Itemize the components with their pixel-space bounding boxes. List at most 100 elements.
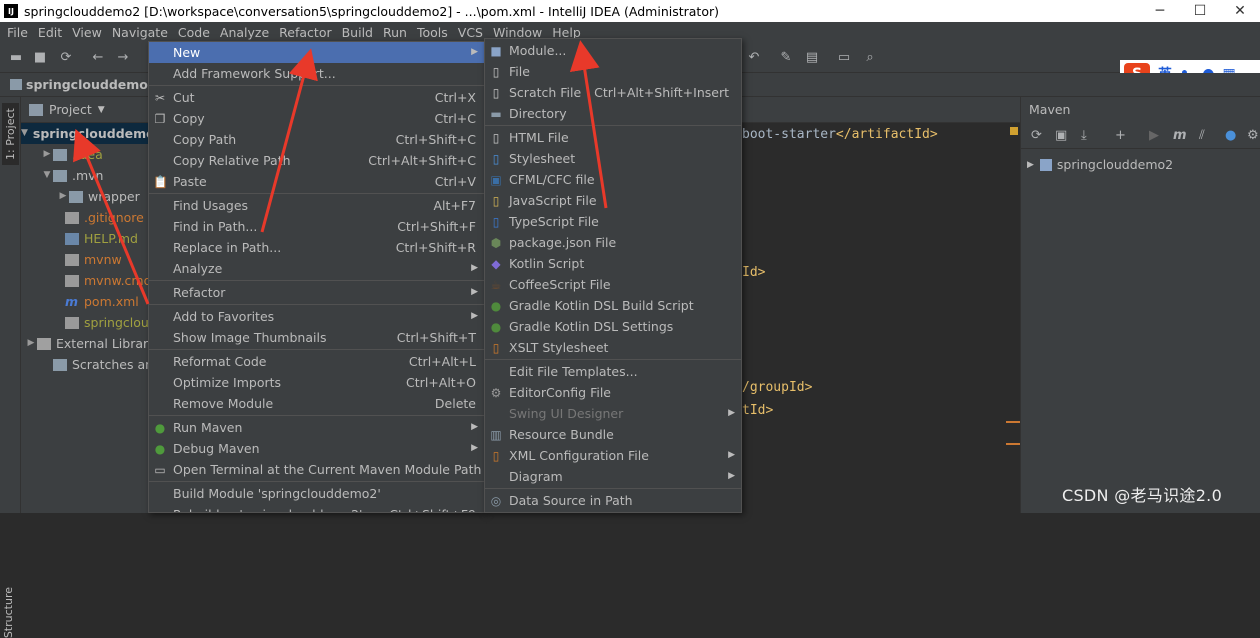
new-item-gradle-kotlin-dsl-build-script[interactable]: ● Gradle Kotlin DSL Build Script (485, 295, 741, 316)
download-icon[interactable]: ⤓ (1081, 128, 1087, 143)
ctx-item-open-terminal-at-the-current-maven-module-path[interactable]: ▭ Open Terminal at the Current Maven Modu… (149, 459, 484, 480)
structure-tool-tab[interactable]: Structure (2, 587, 15, 638)
menu-file[interactable]: File (2, 22, 33, 43)
ctx-item-optimize-imports[interactable]: Optimize Imports Ctrl+Alt+O (149, 372, 484, 393)
ctx-item-analyze[interactable]: Analyze ▶ (149, 258, 484, 279)
toggle-offline-icon[interactable]: ⫽ (1199, 128, 1205, 143)
tree-item[interactable]: springcloud (21, 312, 157, 333)
new-item-xml-configuration-file[interactable]: ▯ XML Configuration File ▶ (485, 445, 741, 466)
new-item-kotlin-script[interactable]: ◆ Kotlin Script (485, 253, 741, 274)
breadcrumb-project[interactable]: springclouddemo2 (26, 77, 157, 92)
chevron-right-icon[interactable]: ▶ (25, 333, 37, 354)
maven-goal-icon[interactable]: m (1173, 128, 1187, 143)
menu-vcs[interactable]: VCS (453, 22, 488, 43)
ctx-item-add-to-favorites[interactable]: Add to Favorites ▶ (149, 306, 484, 327)
new-item-gradle-kotlin-dsl-settings[interactable]: ● Gradle Kotlin DSL Settings (485, 316, 741, 337)
project-tool-tab[interactable]: 1: Project (2, 103, 19, 165)
menu-run[interactable]: Run (378, 22, 412, 43)
code-line[interactable]: boot-starter</artifactId> (742, 125, 938, 145)
code-line[interactable]: /groupId> (742, 378, 812, 398)
ctx-item-copy[interactable]: ❐ Copy Ctrl+C (149, 108, 484, 129)
ctx-item-find-usages[interactable]: Find Usages Alt+F7 (149, 195, 484, 216)
code-line[interactable]: Id> (742, 263, 765, 283)
minimize-button[interactable]: ─ (1140, 0, 1180, 22)
new-item-cfml-cfc-file[interactable]: ▣ CFML/CFC file (485, 169, 741, 190)
new-item-data-source-in-path[interactable]: ◎ Data Source in Path (485, 490, 741, 511)
menu-tools[interactable]: Tools (412, 22, 453, 43)
skip-tests-icon[interactable]: ● (1225, 128, 1236, 143)
maven-project-row[interactable]: ▶ springclouddemo2 (1027, 155, 1173, 175)
ctx-item-show-image-thumbnails[interactable]: Show Image Thumbnails Ctrl+Shift+T (149, 327, 484, 348)
new-item-scratch-file[interactable]: ▯ Scratch File Ctrl+Alt+Shift+Insert (485, 82, 741, 103)
add-project-icon[interactable]: ▣ (1055, 128, 1067, 143)
chevron-down-icon[interactable]: ▼ (98, 105, 105, 115)
ctx-item-debug-maven[interactable]: ● Debug Maven ▶ (149, 438, 484, 459)
chevron-down-icon[interactable]: ▼ (41, 165, 53, 186)
terminal-icon[interactable]: ▭ (836, 50, 852, 66)
ctx-item-find-in-path[interactable]: Find in Path... Ctrl+Shift+F (149, 216, 484, 237)
menu-navigate[interactable]: Navigate (107, 22, 173, 43)
ctx-item-reformat-code[interactable]: Reformat Code Ctrl+Alt+L (149, 351, 484, 372)
project-panel-header[interactable]: Project ▼ (21, 97, 148, 123)
menu-view[interactable]: View (67, 22, 107, 43)
tree-item[interactable]: ▼ .mvn (21, 165, 104, 186)
plus-icon[interactable]: + (1115, 128, 1126, 143)
new-item-editorconfig-file[interactable]: ⚙ EditorConfig File (485, 382, 741, 403)
change-marker[interactable] (1006, 421, 1020, 423)
new-item-javascript-file[interactable]: ▯ JavaScript File (485, 190, 741, 211)
ctx-item-new[interactable]: New ▶ (149, 42, 484, 63)
tree-item[interactable]: ▶ wrapper (21, 186, 140, 207)
open-folder-icon[interactable]: ▬ (8, 50, 24, 66)
undo-icon[interactable]: ↶ (746, 50, 762, 66)
code-line[interactable]: tId> (742, 401, 773, 421)
menu-analyze[interactable]: Analyze (215, 22, 274, 43)
tree-item[interactable]: .gitignore (21, 207, 144, 228)
back-arrow-icon[interactable]: ← (90, 50, 106, 66)
change-marker[interactable] (1006, 443, 1020, 445)
new-item-file[interactable]: ▯ File (485, 61, 741, 82)
forward-arrow-icon[interactable]: → (115, 50, 131, 66)
menu-edit[interactable]: Edit (33, 22, 67, 43)
project-structure-icon[interactable]: ▤ (804, 50, 820, 66)
ctx-item-copy-path[interactable]: Copy Path Ctrl+Shift+C (149, 129, 484, 150)
new-item-typescript-file[interactable]: ▯ TypeScript File (485, 211, 741, 232)
new-item-edit-file-templates[interactable]: Edit File Templates... (485, 361, 741, 382)
new-item-coffeescript-file[interactable]: ☕ CoffeeScript File (485, 274, 741, 295)
run-icon[interactable]: ▶ (1149, 128, 1159, 143)
new-item-diagram[interactable]: Diagram ▶ (485, 466, 741, 487)
chevron-right-icon[interactable]: ▶ (41, 144, 53, 165)
ctx-item-rebuild-springclouddemo2[interactable]: Rebuild ... 'springclouddemo2' Ctrl+Shift… (149, 504, 484, 512)
settings-icon[interactable]: ⚙ (1247, 128, 1259, 143)
menu-build[interactable]: Build (337, 22, 378, 43)
new-item-html-file[interactable]: ▯ HTML File (485, 127, 741, 148)
tree-item[interactable]: mvnw (21, 249, 122, 270)
ctx-item-replace-in-path[interactable]: Replace in Path... Ctrl+Shift+R (149, 237, 484, 258)
menu-code[interactable]: Code (173, 22, 215, 43)
new-item-stylesheet[interactable]: ▯ Stylesheet (485, 148, 741, 169)
sync-icon[interactable]: ⟳ (58, 50, 74, 66)
ctx-item-run-maven[interactable]: ● Run Maven ▶ (149, 417, 484, 438)
chevron-right-icon[interactable]: ▶ (57, 186, 69, 207)
tree-item[interactable]: HELP.md (21, 228, 138, 249)
ctx-item-cut[interactable]: ✂ Cut Ctrl+X (149, 87, 484, 108)
search-icon[interactable]: ⌕ (862, 50, 878, 66)
chevron-down-icon[interactable]: ▼ (21, 123, 28, 144)
new-item-module[interactable]: ■ Module... (485, 40, 741, 61)
new-item-xslt-stylesheet[interactable]: ▯ XSLT Stylesheet (485, 337, 741, 358)
ctx-item-add-framework-support[interactable]: Add Framework Support... (149, 63, 484, 84)
ctx-item-paste[interactable]: 📋 Paste Ctrl+V (149, 171, 484, 192)
maximize-button[interactable]: ☐ (1180, 0, 1220, 22)
ctx-item-refactor[interactable]: Refactor ▶ (149, 282, 484, 303)
ctx-item-remove-module[interactable]: Remove Module Delete (149, 393, 484, 414)
ctx-item-build-module-springclouddemo2[interactable]: Build Module 'springclouddemo2' (149, 483, 484, 504)
new-item-package-json-file[interactable]: ⬢ package.json File (485, 232, 741, 253)
tree-item[interactable]: m pom.xml (21, 291, 139, 312)
chevron-right-icon[interactable]: ▶ (1027, 155, 1034, 175)
close-button[interactable]: ✕ (1220, 0, 1260, 22)
tree-item[interactable]: mvnw.cmd (21, 270, 152, 291)
save-icon[interactable]: ■ (32, 50, 48, 66)
new-item-resource-bundle[interactable]: ▥ Resource Bundle (485, 424, 741, 445)
tree-item[interactable]: ▼ springclouddemo2 (21, 123, 163, 144)
tree-item[interactable]: ▶ .idea (21, 144, 103, 165)
tree-item[interactable]: ▶ External Librari (21, 333, 152, 354)
